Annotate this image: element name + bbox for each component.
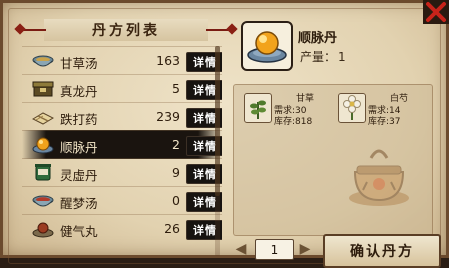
page-selector: ◀ 1 ▶	[234, 239, 314, 260]
recipe-count: 0	[172, 193, 180, 208]
package-icon	[32, 112, 54, 125]
recipe-count: 163	[156, 53, 180, 68]
recipe-row[interactable]: 跌打药 239 详情	[22, 102, 222, 131]
recipe-row[interactable]: 真龙丹 5 详情	[22, 74, 222, 103]
product-yield: 产量： 1	[298, 48, 346, 65]
recipe-name: 醒梦汤	[60, 196, 98, 211]
confirm-recipe-button[interactable]: 确认丹方	[323, 234, 441, 268]
recipe-row[interactable]: 甘草汤 163 详情	[22, 46, 222, 75]
recipe-row-selected[interactable]: 顺脉丹 2 详情	[22, 130, 222, 159]
recipe-count: 9	[172, 165, 180, 180]
recipe-name: 真龙丹	[60, 84, 98, 99]
material-stock: 库存:818	[274, 117, 313, 127]
recipe-count: 5	[172, 81, 180, 96]
title-ornament-right	[206, 29, 236, 31]
herb-icon	[250, 100, 266, 119]
recipe-count: 239	[156, 109, 180, 124]
material-icon-frame	[244, 93, 272, 123]
recipe-name: 灵虚丹	[60, 168, 98, 183]
recipe-row[interactable]: 醒梦汤 0 详情	[22, 186, 222, 215]
product-yield-label: 产量：	[300, 50, 337, 64]
pill-icon	[32, 222, 54, 238]
product-name: 顺脉丹	[298, 31, 338, 46]
bowl-icon	[32, 55, 54, 67]
next-page-button[interactable]: ▶	[298, 239, 312, 258]
flower-icon	[343, 95, 361, 120]
bowl-icon	[32, 195, 54, 207]
jar-icon	[35, 164, 51, 181]
furnace-icon	[349, 149, 409, 206]
product-icon-frame	[241, 21, 293, 71]
recipe-list-title: 丹方列表	[16, 19, 236, 41]
pill-icon	[247, 31, 287, 63]
recipe-row[interactable]: 灵虚丹 9 详情	[22, 158, 222, 187]
prev-page-button[interactable]: ◀	[234, 239, 248, 258]
material-item[interactable]: 白芍 需求:14 库存:37	[334, 91, 424, 129]
recipe-name: 甘草汤	[60, 56, 98, 71]
recipe-name: 顺脉丹	[60, 140, 98, 155]
pill-icon	[32, 137, 54, 154]
page-number: 1	[255, 239, 294, 260]
recipe-row[interactable]: 健气丸 26 详情	[22, 214, 222, 243]
recipe-name: 健气丸	[60, 224, 98, 239]
recipe-count: 2	[172, 137, 180, 152]
scrollbar-thumb[interactable]	[215, 46, 220, 196]
title-ornament-left	[16, 29, 46, 31]
recipe-list-scrollbar[interactable]	[215, 46, 220, 256]
product-yield-value: 1	[338, 50, 346, 64]
recipe-count: 26	[164, 221, 180, 236]
material-item[interactable]: 甘草 需求:30 库存:818	[240, 91, 330, 129]
recipe-list: 甘草汤 163 详情 真龙丹 5 详情 跌打药 239 详情 顺脉丹 2 详情 …	[22, 46, 222, 258]
material-icon-frame	[338, 93, 366, 123]
recipe-list-title-text: 丹方列表	[92, 23, 160, 39]
box-icon	[32, 81, 54, 97]
material-stock: 库存:37	[368, 117, 401, 127]
recipe-name: 跌打药	[60, 112, 98, 127]
close-icon[interactable]	[423, 0, 449, 24]
